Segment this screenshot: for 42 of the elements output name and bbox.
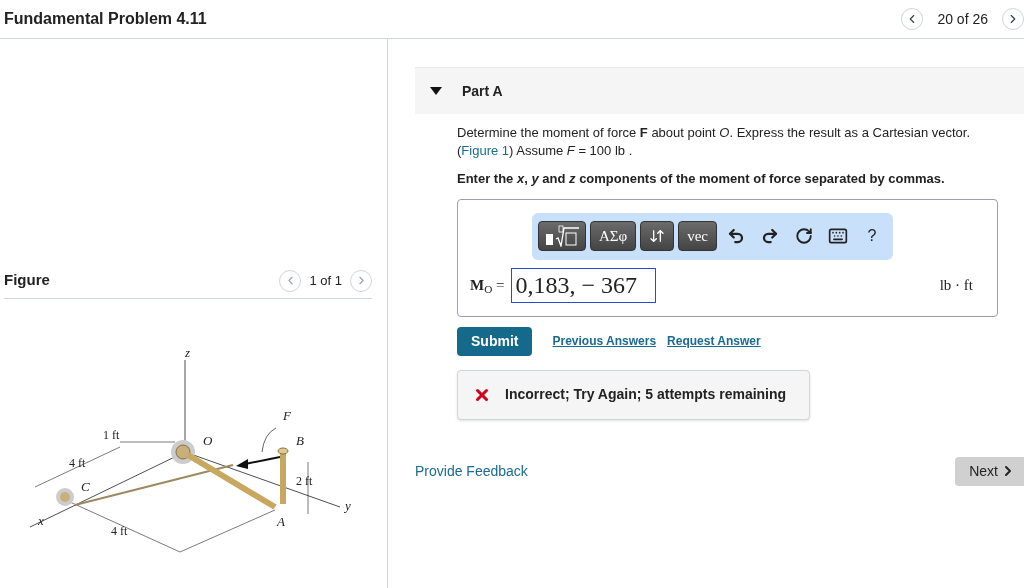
submit-button[interactable]: Submit [457,326,533,356]
help-button[interactable]: ? [857,221,888,251]
figure-label: 1 ft [103,428,120,442]
figure-label: A [277,514,285,529]
answer-field[interactable]: 0,183, − 367 [510,267,656,303]
figure-label: F [283,408,291,423]
figure-label: C [81,479,90,494]
figure-label: x [38,513,44,528]
figure-position: 1 of 1 [309,271,342,290]
feedback-message: Incorrect; Try Again; 5 attempts remaining [457,369,810,420]
reset-icon [795,227,814,245]
keyboard-icon [828,226,849,246]
next-problem-button[interactable] [1002,8,1024,30]
answer-link[interactable]: Request Answer [667,332,761,350]
template-button[interactable] [537,221,586,251]
redo-icon [761,227,780,245]
problem-title: Fundamental Problem 4.11 [4,9,208,29]
problem-position: 20 of 26 [937,9,988,29]
answer-label: M$_{O}$ = [470,275,505,297]
figure-title: Figure [4,270,51,291]
figure-label: O [203,433,213,448]
updown-button[interactable] [640,221,675,251]
figure-label: 4 ft [111,524,128,538]
question-text: Determine the moment of force F about point O. Express the result as a Cartesian vector. (Figure 1) Assume F = 100 lb . [457,124,972,160]
part-header[interactable]: Part A [415,67,1024,114]
symbol-button[interactable]: vec [678,221,718,251]
figure-label: 4 ft [69,456,86,470]
undo-icon [727,227,746,245]
next-button[interactable]: Next [955,456,1024,486]
updown-arrows-icon [649,228,666,244]
figure-label: 2 ft [296,474,313,488]
figure-label: B [296,433,304,448]
provide-feedback-link[interactable]: Provide Feedback [415,460,956,482]
symbol-button[interactable]: ΑΣφ [589,221,637,251]
previous-button[interactable] [901,8,924,30]
answer-link[interactable]: Previous Answers [552,332,657,350]
figure-label: y [345,498,351,513]
figure-link[interactable]: Figure 1 [461,143,510,158]
instruction-text: Enter the x, y and z components of the moment of force separated by commas. [457,170,946,188]
figure-label: z [185,345,191,360]
fraction-root-icon [543,225,580,247]
unit-label: lb · ft [939,275,973,295]
